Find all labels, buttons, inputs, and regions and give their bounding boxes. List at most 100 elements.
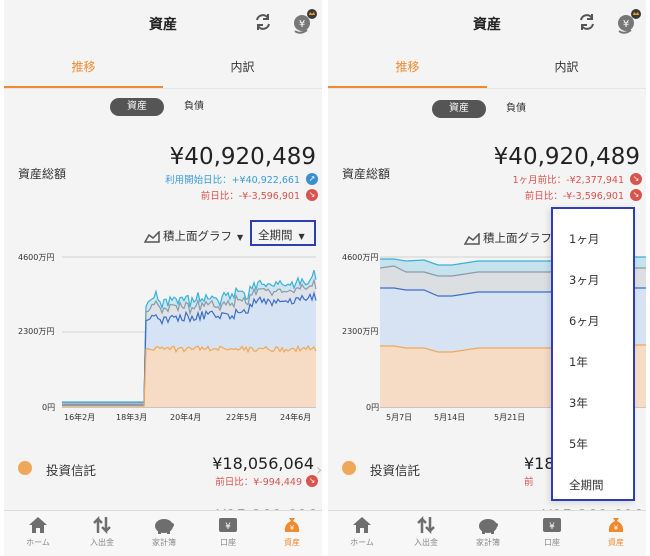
total-assets-label: 資産総額 — [18, 167, 67, 181]
tab-breakdown[interactable]: 内訳 — [163, 46, 322, 88]
transfer-arrows-icon — [417, 515, 435, 535]
premium-yen-icon[interactable]: ¥ — [290, 8, 318, 36]
period-option-6m[interactable]: 6ヶ月 — [553, 301, 633, 341]
x-tick-label: 20年4月 — [170, 413, 202, 422]
down-arrow-icon: ↘ — [630, 173, 642, 185]
asset-amount: ¥18 — [524, 454, 555, 473]
down-arrow-icon: ↘ — [630, 189, 642, 201]
total-assets-value: ¥40,920,489 — [169, 144, 316, 170]
chevron-down-icon: ▼ — [237, 233, 244, 242]
svg-text:¥: ¥ — [299, 19, 305, 30]
nav-label: 資産 — [608, 538, 624, 547]
x-tick-label: 5月7日 — [386, 413, 413, 422]
tab-trend[interactable]: 推移 — [328, 46, 487, 88]
nav-assets[interactable]: ¥ 資産 — [584, 515, 646, 548]
left-screen: 資産 ¥ 推移 内訳 資産 負債 資産総額 ¥40,920,489 利用開始日比… — [4, 0, 322, 556]
nav-label: 口座 — [220, 538, 236, 547]
chevron-right-icon[interactable]: › — [316, 460, 322, 479]
period-dropdown: 1ヶ月 3ヶ月 6ヶ月 1年 3年 5年 全期間 — [551, 207, 635, 501]
svg-text:¥: ¥ — [225, 522, 231, 532]
header: 資産 ¥ — [4, 0, 322, 46]
premium-yen-icon[interactable]: ¥ — [614, 8, 642, 36]
period-option-3y[interactable]: 3年 — [553, 383, 633, 423]
nav-label: 資産 — [284, 538, 300, 547]
piggy-bank-icon — [479, 519, 498, 534]
period-option-3m[interactable]: 3ヶ月 — [553, 260, 633, 300]
home-icon — [29, 517, 47, 533]
nav-label: ホーム — [350, 538, 374, 547]
period-selector[interactable]: 全期間 ▼ — [250, 220, 316, 246]
svg-text:¥: ¥ — [623, 19, 629, 30]
tab-breakdown[interactable]: 内訳 — [487, 46, 646, 88]
day-diff: 前日比：-¥-3,596,901 — [200, 191, 300, 202]
chart-type-label: 積上面グラフ — [483, 231, 552, 245]
bottom-navigation: ホーム 入出金 家計簿 ¥ 口座 ¥ 資産 — [328, 510, 646, 556]
transfer-arrows-icon — [93, 515, 111, 535]
month-diff: 1ヶ月前比：-¥2,377,941 — [512, 175, 624, 186]
tab-trend[interactable]: 推移 — [4, 46, 163, 88]
asset-amount: ¥18,056,064 — [212, 454, 314, 473]
segment-assets[interactable]: 資産 — [432, 100, 486, 118]
nav-transactions[interactable]: 入出金 — [70, 515, 134, 548]
nav-accounts[interactable]: ¥ 口座 — [196, 515, 260, 548]
svg-text:¥: ¥ — [614, 524, 619, 532]
period-option-1m[interactable]: 1ヶ月 — [553, 219, 633, 259]
nav-label: 入出金 — [414, 538, 438, 547]
segment-liabilities[interactable]: 負債 — [174, 98, 214, 116]
page-title: 資産 — [473, 17, 501, 33]
stacked-area-icon — [464, 232, 480, 245]
nav-label: ホーム — [26, 538, 50, 547]
list-item[interactable]: 投資信託 ¥18,056,064 前日比：¥-994,449 ↘ ¥15,381… — [4, 452, 322, 525]
svg-text:¥: ¥ — [549, 522, 555, 532]
svg-text:¥: ¥ — [290, 524, 295, 532]
total-assets-value: ¥40,920,489 — [493, 144, 640, 170]
nav-transactions[interactable]: 入出金 — [394, 515, 458, 548]
x-tick-label: 22年5月 — [226, 413, 258, 422]
chart-type-selector[interactable]: 積上面グラフ — [464, 230, 552, 246]
tab-bar: 推移 内訳 — [4, 46, 322, 89]
nav-assets[interactable]: ¥ 資産 — [260, 515, 322, 548]
refresh-icon[interactable] — [576, 11, 598, 33]
asset-name: 投資信託 — [46, 463, 97, 478]
investment-trust-dot — [18, 461, 32, 475]
nav-budget[interactable]: 家計簿 — [132, 515, 196, 548]
header: 資産 ¥ — [328, 0, 646, 46]
nav-label: 入出金 — [90, 538, 114, 547]
money-bag-icon: ¥ — [608, 518, 624, 532]
x-tick-label: 24年6月 — [280, 413, 312, 422]
nav-home[interactable]: ホーム — [330, 515, 394, 548]
x-tick-label: 16年2月 — [64, 413, 96, 422]
page-title: 資産 — [149, 17, 177, 33]
investment-trust-dot — [342, 461, 356, 475]
period-option-1y[interactable]: 1年 — [553, 342, 633, 382]
nav-home[interactable]: ホーム — [6, 515, 70, 548]
period-option-5y[interactable]: 5年 — [553, 424, 633, 464]
stacked-area-chart — [62, 256, 317, 408]
x-tick-label: 5月14日 — [434, 413, 466, 422]
asset-day-diff-partial: 前 — [524, 477, 534, 488]
piggy-bank-icon — [155, 519, 174, 534]
since-start-diff: 利用開始日比：+¥40,922,661 — [165, 175, 300, 186]
segment-assets[interactable]: 資産 — [110, 98, 164, 116]
money-bag-icon: ¥ — [284, 518, 300, 532]
account-card-icon: ¥ — [543, 518, 561, 532]
tab-bar: 推移 内訳 — [328, 46, 646, 89]
asset-day-diff: 前日比：¥-994,449 — [215, 477, 302, 488]
segment-liabilities[interactable]: 負債 — [496, 100, 536, 118]
stacked-area-icon — [144, 230, 160, 243]
x-tick-label: 18年3月 — [116, 413, 148, 422]
account-card-icon: ¥ — [219, 518, 237, 532]
home-icon — [353, 517, 371, 533]
period-option-all[interactable]: 全期間 — [553, 465, 633, 505]
chart-type-selector[interactable]: 積上面グラフ ▼ — [144, 228, 243, 244]
nav-accounts[interactable]: ¥ 口座 — [520, 515, 584, 548]
refresh-icon[interactable] — [252, 11, 274, 33]
x-tick-label: 5月21日 — [494, 413, 526, 422]
up-arrow-icon: ↗ — [306, 173, 318, 185]
nav-budget[interactable]: 家計簿 — [456, 515, 520, 548]
chevron-down-icon: ▼ — [298, 232, 305, 241]
nav-label: 家計簿 — [476, 538, 500, 547]
day-diff: 前日比：-¥-3,596,901 — [524, 191, 624, 202]
bottom-navigation: ホーム 入出金 家計簿 ¥ 口座 ¥ 資産 — [4, 510, 322, 556]
nav-label: 家計簿 — [152, 538, 176, 547]
